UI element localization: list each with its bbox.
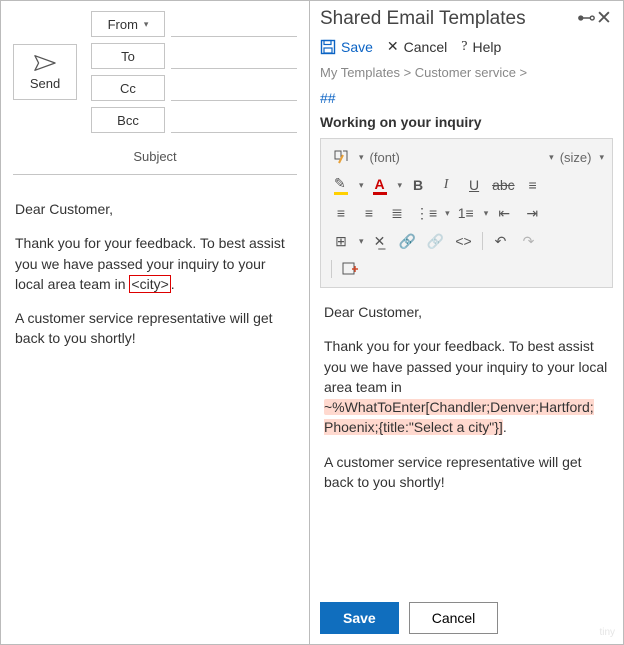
font-color-button[interactable]: A [368,173,392,197]
highlight-button[interactable]: ✎ [329,173,353,197]
crumb-customerservice[interactable]: Customer service [415,65,516,80]
pin-icon[interactable]: ⊷ [577,7,595,30]
tmpl-p2: A customer service representative will g… [324,452,609,493]
underline-button[interactable]: U [462,173,486,197]
number-list-button[interactable]: 1≡ [454,201,478,225]
insert-button[interactable] [338,257,362,281]
top-save-button[interactable]: Save [320,39,373,55]
chevron-down-icon[interactable]: ▾ [484,208,489,219]
bold-button[interactable]: B [406,173,430,197]
cc-field[interactable] [171,75,297,101]
cancel-icon: ✕ [387,38,399,55]
table-button[interactable]: ⊞ [329,229,353,253]
template-name[interactable]: Working on your inquiry [320,114,613,130]
compose-body[interactable]: Dear Customer, Thank you for your feedba… [1,181,309,381]
outdent-button[interactable]: ⇤ [492,201,516,225]
indent-button[interactable]: ⇥ [520,201,544,225]
cc-button[interactable]: Cc [91,75,165,101]
close-icon[interactable]: ✕ [595,7,613,30]
chevron-down-icon[interactable]: ▾ [398,180,403,191]
unlink-button[interactable]: 🔗 [424,229,448,253]
body-p2: A customer service representative will g… [15,308,295,349]
crumb-mytemplates[interactable]: My Templates [320,65,400,80]
body-p1: Thank you for your feedback. To best ass… [15,233,295,294]
chevron-down-icon: ▾ [144,19,149,30]
to-button[interactable]: To [91,43,165,69]
body-greeting: Dear Customer, [15,199,295,219]
top-cancel-button[interactable]: ✕ Cancel [387,38,447,55]
bcc-button[interactable]: Bcc [91,107,165,133]
macros-button[interactable] [329,145,353,169]
compose-pane: Send From ▾ To Cc [1,1,310,644]
send-icon [34,54,56,72]
breadcrumb: My Templates > Customer service > [320,65,613,80]
chevron-down-icon[interactable]: ▾ [599,152,604,163]
help-icon: ? [461,39,467,55]
chevron-down-icon[interactable]: ▾ [549,152,554,163]
send-button[interactable]: Send [13,44,77,100]
chevron-down-icon[interactable]: ▾ [359,152,364,163]
align-right-button[interactable]: ≡ [357,201,381,225]
code-button[interactable]: <> [452,229,476,253]
pane-title: Shared Email Templates [320,8,526,30]
subject-field[interactable]: Subject [13,143,297,175]
template-body[interactable]: Dear Customer, Thank you for your feedba… [320,288,613,596]
editor-toolbar: ▾ (font) ▾ (size) ▾ ✎▾ A▾ B I U abc ≡ ≡ … [320,138,613,288]
from-button[interactable]: From ▾ [91,11,165,37]
chevron-down-icon[interactable]: ▾ [359,180,364,191]
chevron-down-icon[interactable]: ▾ [359,236,364,247]
template-pane: Shared Email Templates ⊷ ✕ Save ✕ Cancel… [310,1,623,644]
align-justify-button[interactable]: ≣ [385,201,409,225]
link-button[interactable]: 🔗 [396,229,420,253]
shortcut-field[interactable]: ## [320,90,613,106]
clear-format-button[interactable]: ✕̲ [368,229,392,253]
to-field[interactable] [171,43,297,69]
redo-button[interactable]: ↷ [517,229,541,253]
strike-button[interactable]: abc [490,173,517,197]
tmpl-p1: Thank you for your feedback. To best ass… [324,336,609,437]
cancel-button[interactable]: Cancel [409,602,499,634]
align-left-button[interactable]: ≡ [521,173,545,197]
size-select[interactable]: (size) [558,150,594,165]
from-field[interactable] [171,11,297,37]
italic-button[interactable]: I [434,173,458,197]
align-center-button[interactable]: ≡ [329,201,353,225]
save-button[interactable]: Save [320,602,399,634]
save-icon [320,39,336,55]
undo-button[interactable]: ↶ [489,229,513,253]
whattoenter-macro[interactable]: ~%WhatToEnter[Chandler;Denver;Hartford; … [324,399,594,435]
top-help-button[interactable]: ? Help [461,39,501,55]
chevron-down-icon[interactable]: ▾ [445,208,450,219]
send-label: Send [30,76,60,91]
font-select[interactable]: (font) [368,150,402,165]
bullet-list-button[interactable]: ⋮≡ [413,201,439,225]
bcc-field[interactable] [171,107,297,133]
tmpl-greeting: Dear Customer, [324,302,609,322]
city-placeholder: <city> [129,275,170,293]
